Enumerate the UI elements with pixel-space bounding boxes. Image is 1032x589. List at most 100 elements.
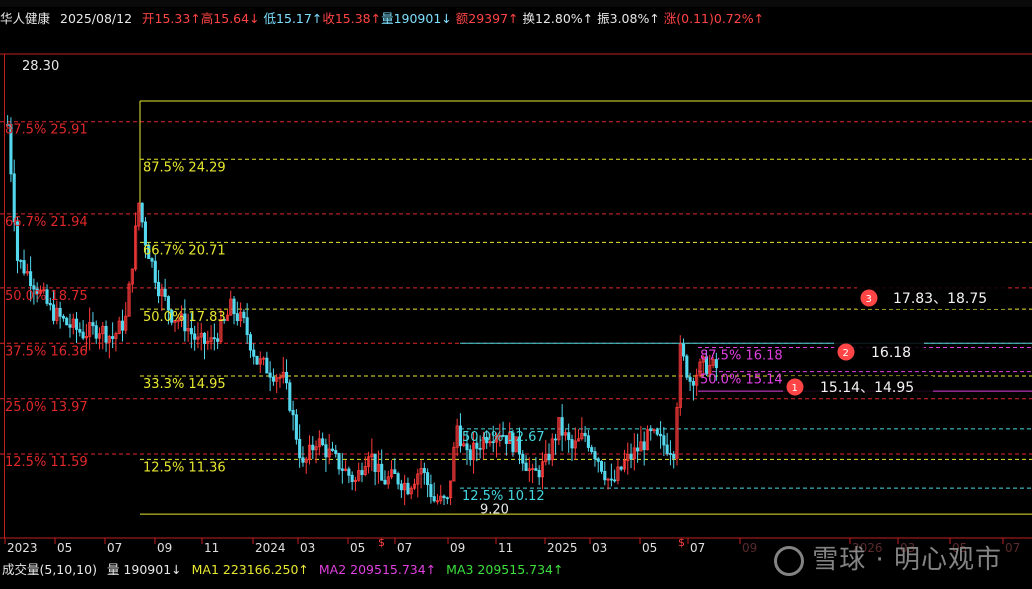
- candle-body-41: [140, 202, 144, 223]
- candle-184: [609, 463, 613, 487]
- candle-191: [632, 433, 636, 471]
- candle-body-165: [547, 453, 551, 461]
- candle-body-102: [340, 468, 344, 471]
- x-tick-label-1: 05: [57, 541, 72, 555]
- candle-body-79: [265, 357, 269, 374]
- candle-123: [409, 485, 413, 500]
- candle-58: [196, 322, 200, 349]
- candle-122: [406, 477, 410, 496]
- candle-136: [452, 442, 456, 482]
- candle-body-194: [642, 441, 646, 451]
- candle-21: [74, 311, 79, 344]
- stock-name[interactable]: 华人健康: [0, 11, 50, 26]
- candle-169: [560, 404, 564, 452]
- fib-red-label-0: 87.5% 25.91: [5, 123, 88, 138]
- candle-body-35: [120, 320, 125, 331]
- candle-body-4: [19, 260, 23, 262]
- candle-104: [347, 466, 351, 484]
- candle-91: [304, 456, 308, 474]
- candle-body-144: [478, 447, 482, 450]
- candle-84: [281, 356, 285, 384]
- candle-28: [97, 327, 102, 350]
- candle-113: [376, 450, 380, 484]
- watermark-text: 雪球 · 明心观市: [812, 545, 1002, 575]
- candle-body-115: [383, 479, 387, 485]
- candle-body-122: [406, 482, 410, 495]
- candle-45: [153, 253, 157, 290]
- callout-num-0: 3: [866, 294, 872, 305]
- candle-body-56: [189, 328, 193, 335]
- candle-207: [685, 354, 689, 381]
- candle-160: [531, 463, 535, 484]
- candle-body-105: [350, 474, 354, 483]
- fib-red-label-3: 37.5% 16.36: [5, 344, 88, 359]
- candle-187: [619, 465, 623, 472]
- candle-181: [599, 460, 604, 474]
- candle-body-177: [586, 435, 590, 448]
- x-tick-label-2: 07: [107, 541, 122, 555]
- candle-126: [419, 460, 423, 489]
- candle-body-48: [163, 288, 167, 297]
- candle-69: [232, 296, 236, 325]
- candle-body-158: [524, 462, 528, 471]
- candle-116: [386, 470, 390, 489]
- candle-30: [104, 320, 108, 352]
- candle-body-119: [396, 473, 400, 485]
- candle-body-96: [321, 438, 325, 446]
- candle-body-73: [245, 317, 249, 336]
- candle-163: [540, 452, 545, 490]
- low-price-label: 9.20: [480, 502, 509, 517]
- candle-body-185: [613, 479, 617, 482]
- candle-body-190: [629, 453, 633, 460]
- candle-79: [265, 351, 269, 374]
- candle-body-198: [655, 429, 659, 435]
- candle-body-57: [193, 333, 197, 340]
- candle-89: [298, 424, 302, 468]
- candle-74: [248, 331, 252, 358]
- candle-body-129: [429, 484, 433, 497]
- candle-32: [111, 322, 115, 349]
- indicator-label[interactable]: 成交量(5,10,10): [2, 562, 97, 577]
- candle-29: [101, 322, 105, 350]
- candle-15: [55, 300, 59, 325]
- candle-body-46: [157, 281, 161, 297]
- candle-body-167: [554, 438, 558, 441]
- candle-body-14: [52, 304, 56, 321]
- candle-188: [622, 449, 627, 473]
- candle-125: [416, 468, 420, 498]
- fib-red-label-1: 66.7% 21.94: [5, 215, 88, 230]
- fib-yellow-label-2: 50.0% 17.83: [143, 310, 226, 325]
- candle-94: [314, 440, 318, 464]
- candle-189: [626, 442, 630, 475]
- candle-95: [317, 430, 321, 456]
- candle-120: [399, 479, 403, 498]
- x-tick-label-4: 11: [204, 541, 219, 555]
- candle-186: [616, 458, 620, 485]
- x-tick-label-7: 05: [350, 541, 365, 555]
- candle-body-199: [659, 433, 663, 437]
- candle-182: [603, 461, 607, 486]
- quote-header: 华人健康 2025/08/12 开15.33↑高15.64↓ 低15.17↑收1…: [0, 8, 1032, 30]
- candle-44: [150, 257, 154, 268]
- candle-body-141: [468, 449, 472, 460]
- candle-body-85: [284, 371, 289, 384]
- candle-body-72: [242, 311, 246, 319]
- candle-body-18: [65, 317, 69, 326]
- candle-128: [426, 468, 430, 498]
- callout-text-2: 15.14、14.95: [820, 380, 914, 396]
- candle-60: [202, 332, 207, 360]
- candle-37: [127, 281, 131, 317]
- candle-4: [19, 259, 23, 269]
- x-tick-label-11: 2025: [547, 541, 578, 555]
- kline-chart[interactable]: 87.5% 25.91 66.7% 21.94 50.0% 18.75 37.5% 1…: [0, 30, 1032, 559]
- x-tick-label-13: 05: [642, 541, 657, 555]
- ma1-readout: MA1 223166.250↑: [191, 562, 309, 577]
- candle-72: [242, 309, 246, 324]
- candle-body-88: [294, 414, 298, 440]
- candle-96: [321, 432, 325, 447]
- candle-body-130: [432, 496, 436, 502]
- candle-117: [389, 460, 394, 480]
- candle-34: [117, 316, 121, 335]
- candle-body-45: [153, 260, 157, 283]
- amplitude-value: 振3.08%↑: [597, 11, 660, 26]
